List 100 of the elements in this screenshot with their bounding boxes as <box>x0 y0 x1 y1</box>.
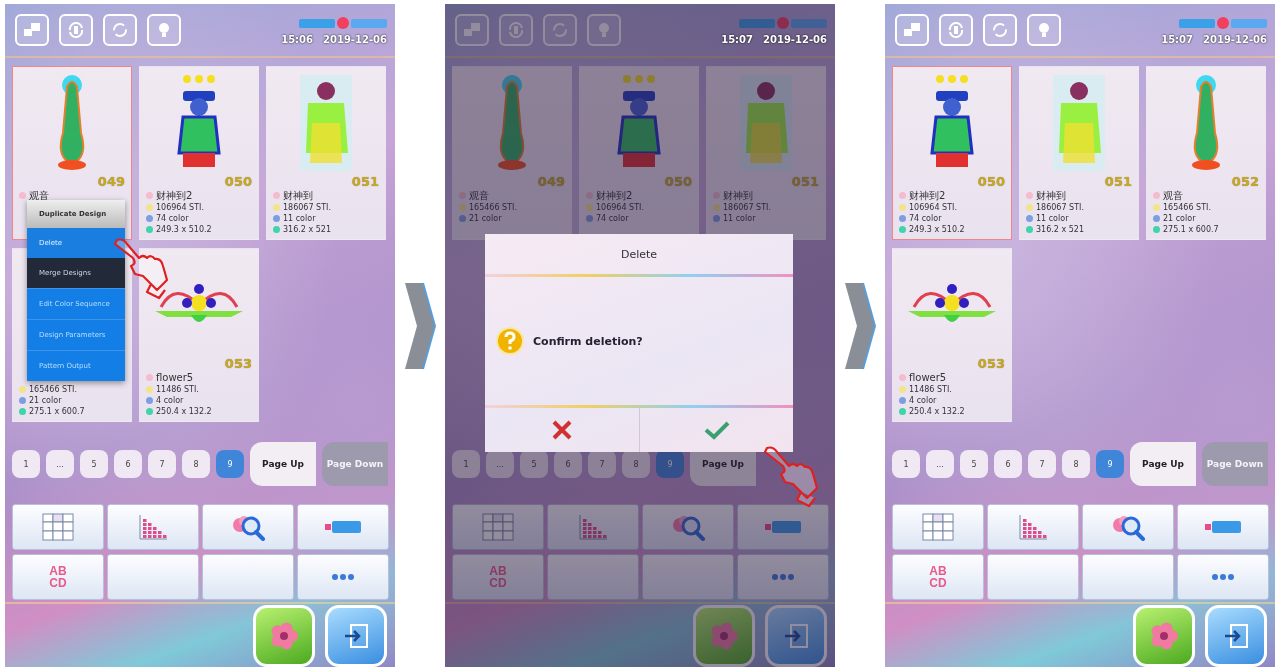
exit-icon <box>782 621 810 650</box>
page-up-button[interactable]: Page Up <box>250 442 316 486</box>
clock-date: 2019-12-06 <box>763 33 827 45</box>
page-number-button[interactable]: 7 <box>148 450 176 478</box>
page-number-button[interactable]: 6 <box>994 450 1022 478</box>
page-up-button[interactable]: Page Up <box>1130 442 1196 486</box>
design-info: 249.3 x 510.2 <box>909 225 965 234</box>
windows-icon[interactable] <box>455 14 489 46</box>
design-info: 250.4 x 132.2 <box>156 407 212 416</box>
page-number-button[interactable]: 8 <box>1062 450 1090 478</box>
grid-icon <box>42 513 74 541</box>
design-info: 74 color <box>909 214 942 223</box>
light-bulb-icon[interactable] <box>147 14 181 46</box>
flower-button[interactable] <box>1133 604 1195 667</box>
toolbar-button[interactable] <box>1177 554 1269 600</box>
refresh-icon[interactable] <box>103 14 137 46</box>
toolbar-button[interactable] <box>892 504 984 550</box>
design-card[interactable]: 049 观音 165466 STI. 21 color <box>452 66 572 240</box>
info-dot <box>146 226 153 233</box>
info-dot <box>1153 192 1160 199</box>
rotate-icon[interactable] <box>499 14 533 46</box>
chevron-arrow-icon <box>843 280 877 371</box>
design-info: 316.2 x 521 <box>283 225 331 234</box>
info-dot <box>899 397 906 404</box>
flower-button[interactable] <box>253 604 315 667</box>
page-number-button[interactable]: 5 <box>960 450 988 478</box>
flower-icon <box>709 620 739 651</box>
page-number-button[interactable]: ... <box>926 450 954 478</box>
tag-icon <box>764 519 802 535</box>
clock-date: 2019-12-06 <box>1203 33 1267 45</box>
toolbar-button[interactable] <box>202 504 294 550</box>
tag-icon <box>324 519 362 535</box>
info-dot <box>899 204 906 211</box>
rotate-icon[interactable] <box>939 14 973 46</box>
windows-icon[interactable] <box>895 14 929 46</box>
exit-icon <box>1222 621 1250 650</box>
design-card[interactable]: 053 flower5 11486 STI. 4 color 250.4 x 132.2 <box>139 248 259 422</box>
design-info: 21 color <box>29 396 62 405</box>
page-number-button[interactable]: 1 <box>12 450 40 478</box>
design-info: 11 color <box>1036 214 1069 223</box>
design-card[interactable]: 051 财神到 186067 STI. 11 color 316.2 x 521 <box>1019 66 1139 240</box>
page-number-button[interactable]: 1 <box>452 450 480 478</box>
refresh-icon[interactable] <box>543 14 577 46</box>
refresh-icon[interactable] <box>983 14 1017 46</box>
toolbar-button[interactable] <box>1082 504 1174 550</box>
exit-button[interactable] <box>325 604 387 667</box>
info-dot <box>1153 204 1160 211</box>
design-number: 051 <box>791 174 819 189</box>
question-icon <box>495 326 525 356</box>
flower-button[interactable] <box>693 604 755 667</box>
toolbar-button[interactable] <box>547 504 639 550</box>
design-info: 21 color <box>1163 214 1196 223</box>
design-card[interactable]: 051 财神到 186067 STI. 11 color <box>706 66 826 240</box>
design-card[interactable]: 050 财神到2 106964 STI. 74 color 249.3 x 510.2 <box>892 66 1012 240</box>
design-card[interactable]: 051 财神到 186067 STI. 11 color 316.2 x 521 <box>266 66 386 240</box>
page-number-button[interactable]: 7 <box>588 450 616 478</box>
toolbar-button[interactable] <box>642 504 734 550</box>
page-number-button[interactable]: 9 <box>1096 450 1124 478</box>
design-info: 21 color <box>469 214 502 223</box>
windows-icon[interactable] <box>15 14 49 46</box>
page-number-button[interactable]: ... <box>46 450 74 478</box>
light-bulb-icon[interactable] <box>1027 14 1061 46</box>
toolbar-button[interactable] <box>737 504 829 550</box>
toolbar-button[interactable] <box>297 554 389 600</box>
page-number-button[interactable]: 7 <box>1028 450 1056 478</box>
rotate-icon[interactable] <box>59 14 93 46</box>
page-number-button[interactable]: 5 <box>80 450 108 478</box>
logo-icon <box>299 15 387 30</box>
toolbar-button[interactable] <box>987 504 1079 550</box>
page-number-button[interactable]: 8 <box>182 450 210 478</box>
exit-button[interactable] <box>1205 604 1267 667</box>
toolbar-button[interactable] <box>297 504 389 550</box>
page-number-button[interactable]: 9 <box>216 450 244 478</box>
exit-button[interactable] <box>765 604 827 667</box>
design-card[interactable]: 050 财神到2 106964 STI. 74 color 249.3 x 510.2 <box>139 66 259 240</box>
info-dot <box>273 192 280 199</box>
page-number-button[interactable]: 1 <box>892 450 920 478</box>
design-card[interactable]: 052 观音 165466 STI. 21 color 275.1 x 600.7 <box>1146 66 1266 240</box>
page-number-button[interactable]: 5 <box>520 450 548 478</box>
info-dot <box>1153 226 1160 233</box>
light-bulb-icon[interactable] <box>587 14 621 46</box>
page-number-button[interactable]: ... <box>486 450 514 478</box>
design-number: 050 <box>224 174 252 189</box>
exit-icon <box>342 621 370 650</box>
info-dot <box>1026 226 1033 233</box>
toolbar-button[interactable] <box>1177 504 1269 550</box>
page-number-button[interactable]: 6 <box>114 450 142 478</box>
info-dot <box>273 215 280 222</box>
page-number-button[interactable]: 6 <box>554 450 582 478</box>
design-card[interactable]: 053 flower5 11486 STI. 4 color 250.4 x 132.2 <box>892 248 1012 422</box>
toolbar-button[interactable] <box>12 504 104 550</box>
info-dot <box>586 215 593 222</box>
toolbar-button[interactable] <box>107 504 199 550</box>
page-number-button[interactable]: 8 <box>622 450 650 478</box>
more-icon <box>331 573 355 581</box>
close-icon <box>551 419 573 441</box>
design-number: 050 <box>664 174 692 189</box>
info-dot <box>899 374 906 381</box>
info-dot <box>713 204 720 211</box>
design-info: 165466 STI. <box>29 385 77 394</box>
